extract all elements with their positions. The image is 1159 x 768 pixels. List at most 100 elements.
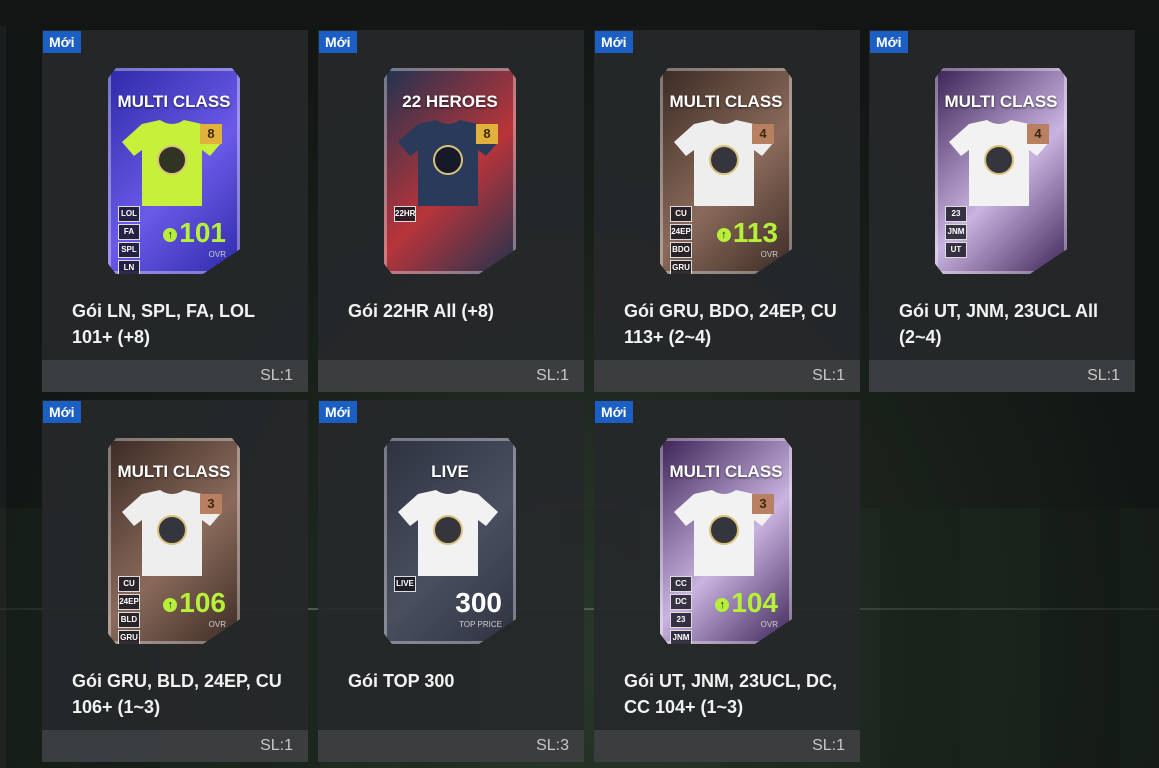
jersey-icon: [398, 490, 498, 576]
league-chip: UT: [670, 648, 692, 664]
pack-name: MULTI CLASS: [117, 92, 231, 111]
pack-art: MULTI CLASS 4 CU 24EP BDO GRU ↑ 113 OVR: [660, 68, 792, 274]
arrow-up-icon: ↑: [163, 597, 178, 612]
rank-badge: 3: [200, 494, 222, 514]
pack-art: MULTI CLASS 8 LOL FA SPL LN ↑ 101 OVR: [108, 68, 240, 274]
new-badge: Mới: [43, 31, 81, 53]
ovr-label: OVR: [760, 250, 778, 259]
league-chip: DC: [670, 594, 692, 610]
league-chip: 24EP: [670, 224, 692, 240]
league-chips: 23 JNM UT: [945, 206, 967, 260]
league-chip: CC: [670, 576, 692, 592]
pack-title: Gói LN, SPL, FA, LOL 101+ (+8): [72, 301, 255, 347]
league-chip: FA: [118, 224, 140, 240]
pack-name: 22 HEROES: [402, 92, 498, 111]
league-chip: JNM: [945, 224, 967, 240]
card-footer: SL:1: [594, 730, 860, 762]
pack-name: MULTI CLASS: [944, 92, 1058, 111]
pack-quantity: SL:1: [812, 737, 845, 754]
card-footer: SL:1: [594, 360, 860, 392]
ovr-value: ↑300: [455, 587, 502, 618]
pack-card[interactable]: Mới MULTI CLASS 8 LOL FA SPL LN ↑ 101 OVR Gó…: [42, 30, 308, 392]
league-chips: 22HR: [394, 206, 416, 224]
pack-title: Gói 22HR All (+8): [348, 301, 494, 321]
ovr-label: OVR: [760, 620, 778, 629]
rank-badge: 8: [200, 124, 222, 144]
league-chip: 22HR: [394, 206, 416, 222]
pack-name: MULTI CLASS: [669, 462, 783, 481]
pack-card[interactable]: Mới 22 HEROES 8 22HR ↑ Gói 22HR All (+8)…: [318, 30, 584, 392]
league-chips: CC DC 23 JNM UT: [670, 576, 692, 664]
top-bar: [0, 0, 1159, 26]
ovr-label: OVR: [208, 250, 226, 259]
pack-quantity: SL:1: [536, 367, 569, 384]
pack-art: LIVE LIVE ↑300 TOP PRICE: [384, 438, 516, 644]
league-chips: LOL FA SPL LN: [118, 206, 140, 274]
league-chip: CU: [670, 206, 692, 222]
league-chip: JNM: [670, 630, 692, 644]
pack-title: Gói TOP 300: [348, 671, 455, 691]
pack-name: MULTI CLASS: [117, 462, 231, 481]
ovr-value: ↑ 104: [715, 588, 778, 618]
pack-card[interactable]: Mới MULTI CLASS 4 CU 24EP BDO GRU ↑ 113 OVR …: [594, 30, 860, 392]
pack-art: MULTI CLASS 3 CC DC 23 JNM UT ↑ 104 OVR: [660, 438, 792, 644]
ovr-value: ↑ 113: [716, 218, 778, 248]
league-chip: CU: [118, 576, 140, 592]
card-footer: SL:1: [318, 360, 584, 392]
arrow-up-icon: ↑: [716, 227, 731, 242]
league-chip: LOL: [118, 206, 140, 222]
card-footer: SL:1: [42, 730, 308, 762]
rank-badge: 4: [1027, 124, 1049, 144]
pack-card[interactable]: Mới MULTI CLASS 3 CC DC 23 JNM UT ↑ 104 OVR G…: [594, 400, 860, 762]
league-chip: 23: [945, 206, 967, 222]
league-chip: BLD: [118, 612, 140, 628]
new-badge: Mới: [319, 401, 357, 423]
pack-card[interactable]: Mới LIVE LIVE ↑300 TOP PRICE Gói TOP 300…: [318, 400, 584, 762]
league-chip: GRU: [670, 260, 692, 274]
pack-art: 22 HEROES 8 22HR ↑: [384, 68, 516, 274]
league-chip: BDO: [670, 242, 692, 258]
pack-title: Gói UT, JNM, 23UCL All (2~4): [899, 301, 1099, 347]
new-badge: Mới: [43, 401, 81, 423]
pack-title: Gói UT, JNM, 23UCL, DC, CC 104+ (1~3): [624, 671, 838, 717]
league-chips: LIVE: [394, 576, 416, 594]
arrow-up-icon: ↑: [163, 227, 178, 242]
league-chips: CU 24EP BLD GRU: [118, 576, 140, 644]
pack-quantity: SL:1: [812, 367, 845, 384]
league-chip: 23: [670, 612, 692, 628]
ovr-value: ↑ 101: [163, 218, 226, 248]
rank-badge: 8: [476, 124, 498, 144]
pack-art: MULTI CLASS 3 CU 24EP BLD GRU ↑ 106 OVR: [108, 438, 240, 644]
pack-quantity: SL:1: [260, 367, 293, 384]
rank-badge: 4: [752, 124, 774, 144]
league-chip: UT: [945, 242, 967, 258]
pack-name: MULTI CLASS: [669, 92, 783, 111]
league-chip: SPL: [118, 242, 140, 258]
ovr-value: ↑ 106: [163, 588, 226, 618]
ovr-label: TOP PRICE: [459, 620, 502, 629]
new-badge: Mới: [595, 401, 633, 423]
card-footer: SL:1: [42, 360, 308, 392]
rank-badge: 3: [752, 494, 774, 514]
card-footer: SL:3: [318, 730, 584, 762]
pack-title: Gói GRU, BLD, 24EP, CU 106+ (1~3): [72, 671, 282, 717]
pack-title: Gói GRU, BDO, 24EP, CU 113+ (2~4): [624, 301, 837, 347]
pack-quantity: SL:3: [536, 737, 569, 754]
pack-art: MULTI CLASS 4 23JNMUT ↑: [935, 68, 1067, 274]
card-footer: SL:1: [869, 360, 1135, 392]
arrow-up-icon: ↑: [715, 597, 730, 612]
league-chip: LIVE: [394, 576, 416, 592]
league-chip: 24EP: [118, 594, 140, 610]
league-chips: CU 24EP BDO GRU: [670, 206, 692, 274]
pack-name: LIVE: [431, 462, 469, 481]
ovr-label: OVR: [208, 620, 226, 629]
pack-card[interactable]: Mới MULTI CLASS 3 CU 24EP BLD GRU ↑ 106 OVR …: [42, 400, 308, 762]
new-badge: Mới: [319, 31, 357, 53]
pack-quantity: SL:1: [260, 737, 293, 754]
pack-quantity: SL:1: [1087, 367, 1120, 384]
new-badge: Mới: [595, 31, 633, 53]
new-badge: Mới: [870, 31, 908, 53]
pack-card[interactable]: Mới MULTI CLASS 4 23JNMUT ↑ Gói UT, JNM,…: [869, 30, 1135, 392]
league-chip: GRU: [118, 630, 140, 644]
league-chip: LN: [118, 260, 140, 274]
